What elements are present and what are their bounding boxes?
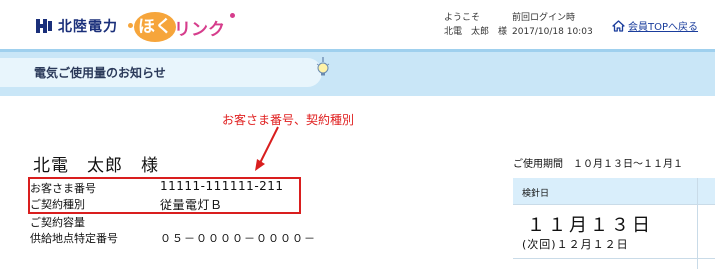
welcome-user: 北電 太郎 様 — [444, 27, 508, 37]
brand-hoku: ほく — [134, 12, 176, 42]
last-login-value: 2017/10/18 10:03 — [512, 27, 593, 37]
table-divider — [513, 258, 715, 259]
meter-reading-date: １１月１３日 — [527, 215, 653, 236]
brand-dot — [230, 13, 235, 18]
meter-reading-header: 検針日 — [522, 189, 550, 199]
last-login-block: 前回ログイン時 2017/10/18 10:03 — [512, 11, 593, 39]
table-divider — [513, 204, 715, 205]
supply-point-label: 供給地点特定番号 — [30, 232, 118, 245]
customer-name: 北電 太郎 様 — [33, 156, 159, 176]
contract-capacity-label: ご契約容量 — [30, 216, 85, 229]
member-top-link[interactable]: 会員TOPへ戻る — [612, 18, 698, 33]
next-reading-date: (次回)１２月１２日 — [522, 238, 629, 251]
page-title: 電気ご使用量のお知らせ — [34, 66, 166, 80]
page-banner: 電気ご使用量のお知らせ — [0, 49, 715, 96]
welcome-block: ようこそ 北電 太郎 様 — [444, 11, 507, 39]
usage-period: ご使用期間 １０月１３日～１１月１ — [513, 159, 683, 170]
home-icon — [612, 19, 625, 32]
brand-link: リンク — [174, 20, 225, 40]
supply-point-value: ０５－００００－００００－ — [160, 232, 316, 245]
banner-strip — [0, 49, 715, 52]
company-logo[interactable]: 北陸電力 — [34, 16, 118, 36]
hokulink-brand[interactable]: ほく リンク — [128, 9, 235, 43]
company-name: 北陸電力 — [58, 19, 118, 35]
header: 北陸電力 ほく リンク ようこそ 北電 太郎 様 前回ログイン時 2017/10… — [0, 0, 715, 49]
annotation-arrow-icon — [255, 126, 279, 171]
last-login-label: 前回ログイン時 — [512, 13, 576, 23]
lightbulb-icon — [316, 57, 330, 79]
annotation-highlight-box — [28, 177, 301, 214]
annotation-text: お客さま番号、契約種別 — [222, 113, 355, 127]
hokuriku-logo-icon — [34, 17, 54, 35]
member-top-link-label: 会員TOPへ戻る — [628, 22, 699, 33]
page-root: 北陸電力 ほく リンク ようこそ 北電 太郎 様 前回ログイン時 2017/10… — [0, 0, 715, 269]
brand-dot — [128, 23, 133, 28]
table-column-divider — [697, 178, 698, 269]
welcome-label: ようこそ — [444, 13, 481, 23]
